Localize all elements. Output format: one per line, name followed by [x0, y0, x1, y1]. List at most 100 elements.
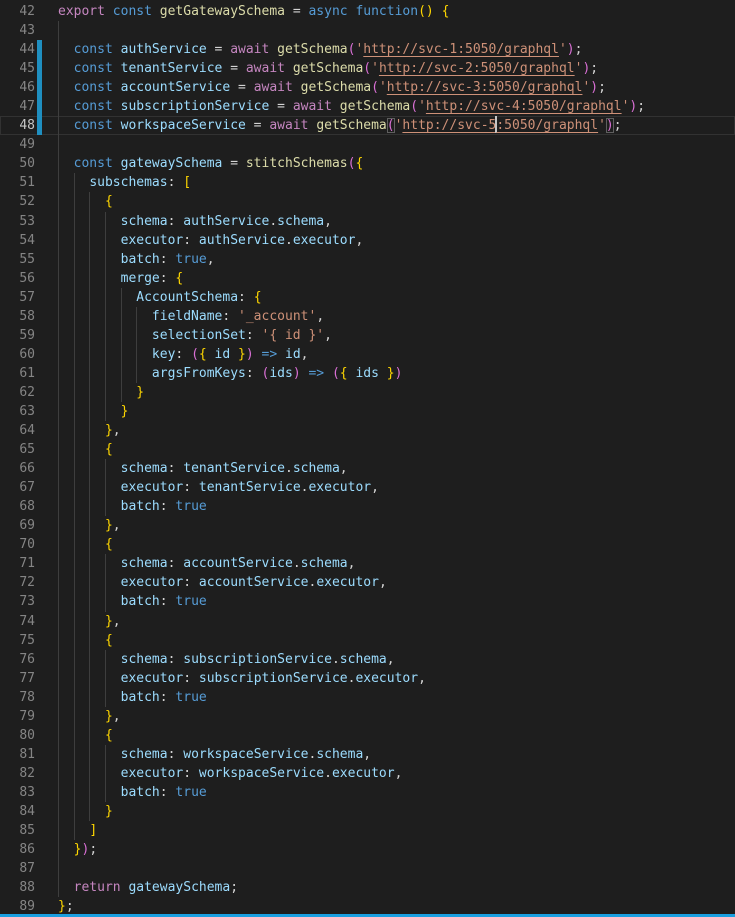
code-line[interactable]: 63 }	[0, 402, 735, 421]
line-number[interactable]: 77	[0, 669, 35, 688]
code-line[interactable]: 84 }	[0, 802, 735, 821]
code-text: batch: true	[58, 497, 207, 516]
line-number[interactable]: 68	[0, 497, 35, 516]
line-number[interactable]: 67	[0, 478, 35, 497]
line-number[interactable]: 66	[0, 459, 35, 478]
line-number[interactable]: 87	[0, 859, 35, 878]
code-line[interactable]: 72 executor: accountService.executor,	[0, 573, 735, 592]
line-number[interactable]: 74	[0, 612, 35, 631]
code-line[interactable]: 59 selectionSet: '{ id }',	[0, 326, 735, 345]
line-number[interactable]: 78	[0, 688, 35, 707]
code-line[interactable]: 77 executor: subscriptionService.executo…	[0, 669, 735, 688]
code-line[interactable]: 61 argsFromKeys: (ids) => ({ ids })	[0, 364, 735, 383]
line-number[interactable]: 60	[0, 345, 35, 364]
code-line[interactable]: 83 batch: true	[0, 783, 735, 802]
code-line[interactable]: 53 schema: authService.schema,	[0, 212, 735, 231]
code-line[interactable]: 51 subschemas: [	[0, 173, 735, 192]
line-number[interactable]: 88	[0, 878, 35, 897]
line-number[interactable]: 54	[0, 231, 35, 250]
code-line[interactable]: 52 {	[0, 192, 735, 211]
code-line[interactable]: 57 AccountSchema: {	[0, 288, 735, 307]
code-line[interactable]: 42export const getGatewaySchema = async …	[0, 2, 735, 21]
line-number[interactable]: 62	[0, 383, 35, 402]
line-number[interactable]: 73	[0, 592, 35, 611]
token: workspaceService	[121, 118, 246, 133]
code-line[interactable]: 73 batch: true	[0, 592, 735, 611]
line-number[interactable]: 43	[0, 21, 35, 40]
code-line[interactable]: 78 batch: true	[0, 688, 735, 707]
code-line[interactable]: 68 batch: true	[0, 497, 735, 516]
line-number[interactable]: 42	[0, 2, 35, 21]
code-line[interactable]: 81 schema: workspaceService.schema,	[0, 745, 735, 764]
line-number[interactable]: 61	[0, 364, 35, 383]
line-number[interactable]: 81	[0, 745, 35, 764]
token	[58, 80, 74, 95]
code-line[interactable]: 65 {	[0, 440, 735, 459]
code-line[interactable]: 67 executor: tenantService.executor,	[0, 478, 735, 497]
line-number[interactable]: 59	[0, 326, 35, 345]
code-line[interactable]: 71 schema: accountService.schema,	[0, 554, 735, 573]
code-line[interactable]: 49	[0, 135, 735, 154]
code-line[interactable]: 47 const subscriptionService = await get…	[0, 97, 735, 116]
line-number[interactable]: 45	[0, 59, 35, 78]
code-line[interactable]: 75 {	[0, 631, 735, 650]
line-number[interactable]: 75	[0, 631, 35, 650]
code-line[interactable]: 79 },	[0, 707, 735, 726]
line-number[interactable]: 52	[0, 192, 35, 211]
token	[58, 175, 89, 190]
line-number[interactable]: 46	[0, 78, 35, 97]
line-number[interactable]: 71	[0, 554, 35, 573]
line-number[interactable]: 69	[0, 516, 35, 535]
code-line[interactable]: 66 schema: tenantService.schema,	[0, 459, 735, 478]
code-line[interactable]: 76 schema: subscriptionService.schema,	[0, 650, 735, 669]
line-number[interactable]: 79	[0, 707, 35, 726]
code-line[interactable]: 58 fieldName: '_account',	[0, 307, 735, 326]
line-number[interactable]: 86	[0, 840, 35, 859]
code-line[interactable]: 85 ]	[0, 821, 735, 840]
line-number[interactable]: 56	[0, 269, 35, 288]
line-number[interactable]: 49	[0, 135, 35, 154]
line-number[interactable]: 58	[0, 307, 35, 326]
code-line[interactable]: 44 const authService = await getSchema('…	[0, 40, 735, 59]
line-number[interactable]: 53	[0, 212, 35, 231]
code-line[interactable]: 43	[0, 21, 735, 40]
line-number[interactable]: 50	[0, 154, 35, 173]
line-number[interactable]: 63	[0, 402, 35, 421]
line-number[interactable]: 55	[0, 250, 35, 269]
code-line[interactable]: 46 const accountService = await getSchem…	[0, 78, 735, 97]
line-number[interactable]: 57	[0, 288, 35, 307]
code-line[interactable]: 50 const gatewaySchema = stitchSchemas({	[0, 154, 735, 173]
line-number[interactable]: 44	[0, 40, 35, 59]
code-line[interactable]: 87	[0, 859, 735, 878]
line-number[interactable]: 83	[0, 783, 35, 802]
code-line[interactable]: 69 },	[0, 516, 735, 535]
token: )	[293, 366, 301, 381]
line-number[interactable]: 80	[0, 726, 35, 745]
code-line[interactable]: 55 batch: true,	[0, 250, 735, 269]
code-line[interactable]: 86 });	[0, 840, 735, 859]
code-line[interactable]: 62 }	[0, 383, 735, 402]
line-number[interactable]: 82	[0, 764, 35, 783]
line-number[interactable]: 84	[0, 802, 35, 821]
code-line[interactable]: 48 const workspaceService = await getSch…	[0, 116, 735, 135]
code-line[interactable]: 88 return gatewaySchema;	[0, 878, 735, 897]
code-line[interactable]: 64 },	[0, 421, 735, 440]
line-number[interactable]: 85	[0, 821, 35, 840]
line-number[interactable]: 70	[0, 535, 35, 554]
line-number[interactable]: 64	[0, 421, 35, 440]
line-number[interactable]: 65	[0, 440, 35, 459]
line-number[interactable]: 48	[0, 116, 35, 135]
line-number[interactable]: 72	[0, 573, 35, 592]
code-line[interactable]: 80 {	[0, 726, 735, 745]
code-line[interactable]: 45 const tenantService = await getSchema…	[0, 59, 735, 78]
code-line[interactable]: 60 key: ({ id }) => id,	[0, 345, 735, 364]
code-line[interactable]: 82 executor: workspaceService.executor,	[0, 764, 735, 783]
code-line[interactable]: 56 merge: {	[0, 269, 735, 288]
token: const	[74, 156, 113, 171]
line-number[interactable]: 51	[0, 173, 35, 192]
code-line[interactable]: 70 {	[0, 535, 735, 554]
line-number[interactable]: 47	[0, 97, 35, 116]
code-line[interactable]: 54 executor: authService.executor,	[0, 231, 735, 250]
line-number[interactable]: 76	[0, 650, 35, 669]
code-line[interactable]: 74 },	[0, 612, 735, 631]
